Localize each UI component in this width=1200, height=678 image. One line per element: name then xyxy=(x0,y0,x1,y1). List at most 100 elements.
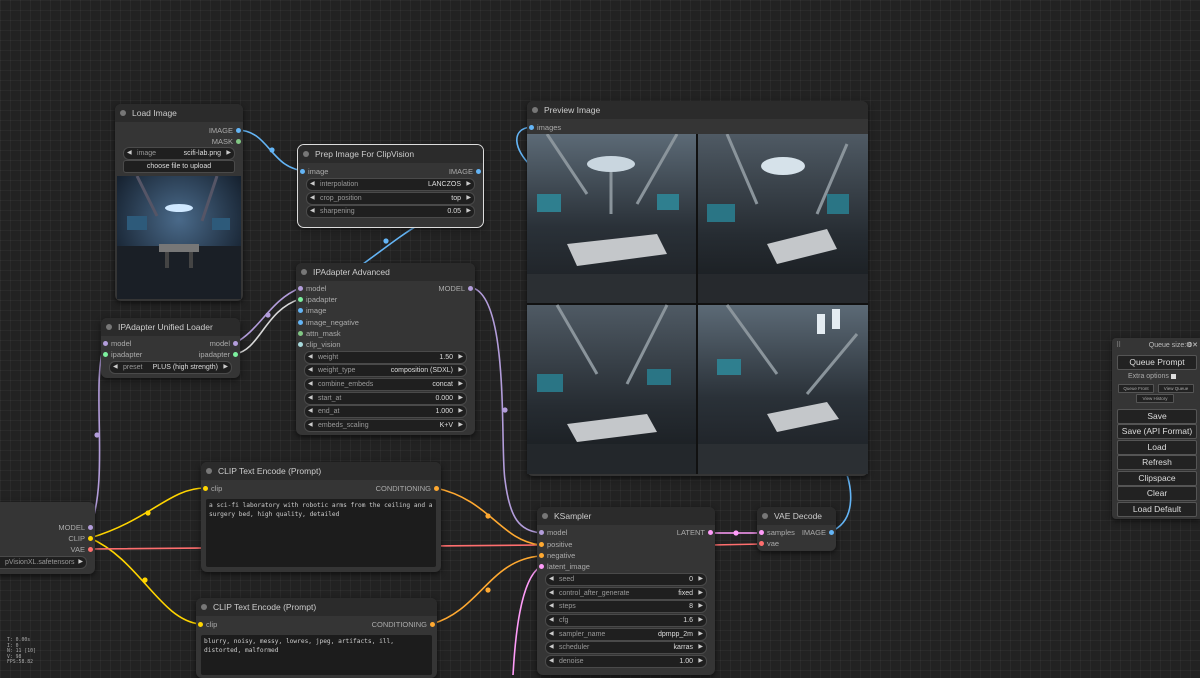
save-api-format-button[interactable]: Save (API Format) xyxy=(1117,424,1197,439)
output-vae[interactable]: VAE xyxy=(71,544,93,555)
load-button[interactable]: Load xyxy=(1117,440,1197,455)
preview-tile-1 xyxy=(527,133,696,303)
sampler-name-select[interactable]: ◀ sampler_name dpmpp_2m ▶ xyxy=(545,628,707,641)
refresh-button[interactable]: Refresh xyxy=(1117,455,1197,470)
input-image[interactable]: image xyxy=(298,305,326,316)
wire-clip-to-pos xyxy=(89,487,206,539)
node-title: Preview Image xyxy=(544,105,601,115)
input-vae[interactable]: vae xyxy=(759,538,779,549)
node-title: Prep Image For ClipVision xyxy=(315,149,415,159)
load-image-node[interactable]: Load Image IMAGE MASK ◀ image scifi-lab.pn… xyxy=(115,104,243,301)
node-collapse-dot[interactable] xyxy=(542,513,548,519)
wire-clip-to-neg xyxy=(89,537,201,625)
vae-decode-node[interactable]: VAE Decode samples IMAGE vae xyxy=(757,507,836,551)
end-at-input[interactable]: ◀ end_at 1.000 ▶ xyxy=(304,405,467,418)
queue-panel: ⠿ Queue size: 0 ⚙✕ Queue Prompt Extra op… xyxy=(1112,338,1200,519)
preset-select[interactable]: ◀ preset PLUS (high strength) ▶ xyxy=(109,361,232,374)
input-image[interactable]: image xyxy=(300,166,328,177)
clear-button[interactable]: Clear xyxy=(1117,486,1197,501)
clipspace-button[interactable]: Clipspace xyxy=(1117,471,1197,486)
input-clip[interactable]: clip xyxy=(203,483,222,494)
weight-input[interactable]: ◀ weight 1.50 ▶ xyxy=(304,351,467,364)
node-collapse-dot[interactable] xyxy=(106,324,112,330)
input-images[interactable]: images xyxy=(529,122,561,133)
upload-button[interactable]: choose file to upload xyxy=(123,160,235,173)
ksampler-node[interactable]: KSampler model LATENT positive negative … xyxy=(537,507,715,675)
ipadapter-advanced-node[interactable]: IPAdapter Advanced model MODEL ipadapter… xyxy=(296,263,475,435)
input-samples[interactable]: samples xyxy=(759,527,795,538)
input-model[interactable]: model xyxy=(103,338,131,349)
node-collapse-dot[interactable] xyxy=(301,269,307,275)
clip-text-encode-positive-node[interactable]: CLIP Text Encode (Prompt) clip CONDITION… xyxy=(201,462,441,572)
interpolation-select[interactable]: ◀ interpolation LANCZOS ▶ xyxy=(306,178,475,191)
ckpt-name-select[interactable]: pVisionXL.safetensors ▶ xyxy=(0,556,87,569)
extra-options-toggle[interactable]: Extra options xyxy=(1128,373,1176,380)
output-model[interactable]: model xyxy=(210,338,238,349)
steps-input[interactable]: ◀ steps 8 ▶ xyxy=(545,600,707,613)
node-collapse-dot[interactable] xyxy=(120,110,126,116)
preview-image-grid xyxy=(527,133,868,474)
output-mask[interactable]: MASK xyxy=(212,136,241,147)
scheduler-select[interactable]: ◀ scheduler karras ▶ xyxy=(545,641,707,654)
input-model[interactable]: model xyxy=(298,283,326,294)
prep-image-node[interactable]: Prep Image For ClipVision image IMAGE ◀ i… xyxy=(297,144,484,228)
node-collapse-dot[interactable] xyxy=(303,151,309,157)
denoise-input[interactable]: ◀ denoise 1.00 ▶ xyxy=(545,655,707,668)
wire-loader-model-to-ipadapter xyxy=(234,287,301,344)
output-conditioning[interactable]: CONDITIONING xyxy=(372,619,435,630)
output-image[interactable]: IMAGE xyxy=(449,166,481,177)
input-clip-vision[interactable]: clip_vision xyxy=(298,339,341,350)
preview-tile-3 xyxy=(527,304,696,474)
node-collapse-dot[interactable] xyxy=(206,468,212,474)
input-negative[interactable]: negative xyxy=(539,550,575,561)
prompt-textarea[interactable]: blurry, noisy, messy, lowres, jpeg, arti… xyxy=(201,635,432,675)
view-history-button[interactable]: View History xyxy=(1136,394,1174,403)
input-image-negative[interactable]: image_negative xyxy=(298,317,359,328)
view-queue-button[interactable]: View Queue xyxy=(1158,384,1194,393)
sharpening-input[interactable]: ◀ sharpening 0.05 ▶ xyxy=(306,205,475,218)
input-ipadapter[interactable]: ipadapter xyxy=(298,294,337,305)
start-at-input[interactable]: ◀ start_at 0.000 ▶ xyxy=(304,392,467,405)
preview-tile-2 xyxy=(698,133,868,303)
output-model[interactable]: MODEL xyxy=(58,522,93,533)
queue-front-button[interactable]: Queue Front xyxy=(1118,384,1154,393)
output-clip[interactable]: CLIP xyxy=(68,533,93,544)
output-ipadapter[interactable]: ipadapter xyxy=(199,349,238,360)
output-image[interactable]: IMAGE xyxy=(802,527,834,538)
input-clip[interactable]: clip xyxy=(198,619,217,630)
weight-type-select[interactable]: ◀ weight_type composition (SDXL) ▶ xyxy=(304,364,467,377)
input-attn-mask[interactable]: attn_mask xyxy=(298,328,341,339)
save-button[interactable]: Save xyxy=(1117,409,1197,424)
clip-text-encode-negative-node[interactable]: CLIP Text Encode (Prompt) clip CONDITION… xyxy=(196,598,437,678)
drag-handle-icon[interactable]: ⠿ xyxy=(1116,341,1121,349)
queue-prompt-button[interactable]: Queue Prompt xyxy=(1117,355,1197,370)
load-default-button[interactable]: Load Default xyxy=(1117,502,1197,517)
input-ipadapter[interactable]: ipadapter xyxy=(103,349,142,360)
input-positive[interactable]: positive xyxy=(539,539,572,550)
output-image[interactable]: IMAGE xyxy=(209,125,241,136)
cfg-input[interactable]: ◀ cfg 1.6 ▶ xyxy=(545,614,707,627)
output-latent[interactable]: LATENT xyxy=(677,527,713,538)
settings-icon[interactable]: ⚙✕ xyxy=(1186,341,1198,349)
combine-embeds-select[interactable]: ◀ combine_embeds concat ▶ xyxy=(304,378,467,391)
output-conditioning[interactable]: CONDITIONING xyxy=(376,483,439,494)
node-title: IPAdapter Unified Loader xyxy=(118,322,213,332)
input-latent-image[interactable]: latent_image xyxy=(539,561,590,572)
preview-image-node[interactable]: Preview Image images xyxy=(527,101,868,476)
input-model[interactable]: model xyxy=(539,527,567,538)
seed-input[interactable]: ◀ seed 0 ▶ xyxy=(545,573,707,586)
ipadapter-unified-loader-node[interactable]: IPAdapter Unified Loader model model ipa… xyxy=(101,318,240,378)
checkpoint-loader-node[interactable]: MODEL CLIP VAE pVisionXL.safetensors ▶ xyxy=(0,502,95,574)
node-collapse-dot[interactable] xyxy=(762,513,768,519)
node-title: IPAdapter Advanced xyxy=(313,267,390,277)
node-title: KSampler xyxy=(554,511,592,521)
prompt-textarea[interactable]: a sci-fi laboratory with robotic arms fr… xyxy=(206,499,436,567)
output-model[interactable]: MODEL xyxy=(438,283,473,294)
node-collapse-dot[interactable] xyxy=(532,107,538,113)
image-select[interactable]: ◀ image scifi-lab.png ▶ xyxy=(123,147,235,160)
node-collapse-dot[interactable] xyxy=(201,604,207,610)
embeds-scaling-select[interactable]: ◀ embeds_scaling K+V ▶ xyxy=(304,419,467,432)
loaded-image-thumbnail xyxy=(117,176,241,299)
crop-position-select[interactable]: ◀ crop_position top ▶ xyxy=(306,192,475,205)
control-after-generate-select[interactable]: ◀ control_after_generate fixed ▶ xyxy=(545,587,707,600)
